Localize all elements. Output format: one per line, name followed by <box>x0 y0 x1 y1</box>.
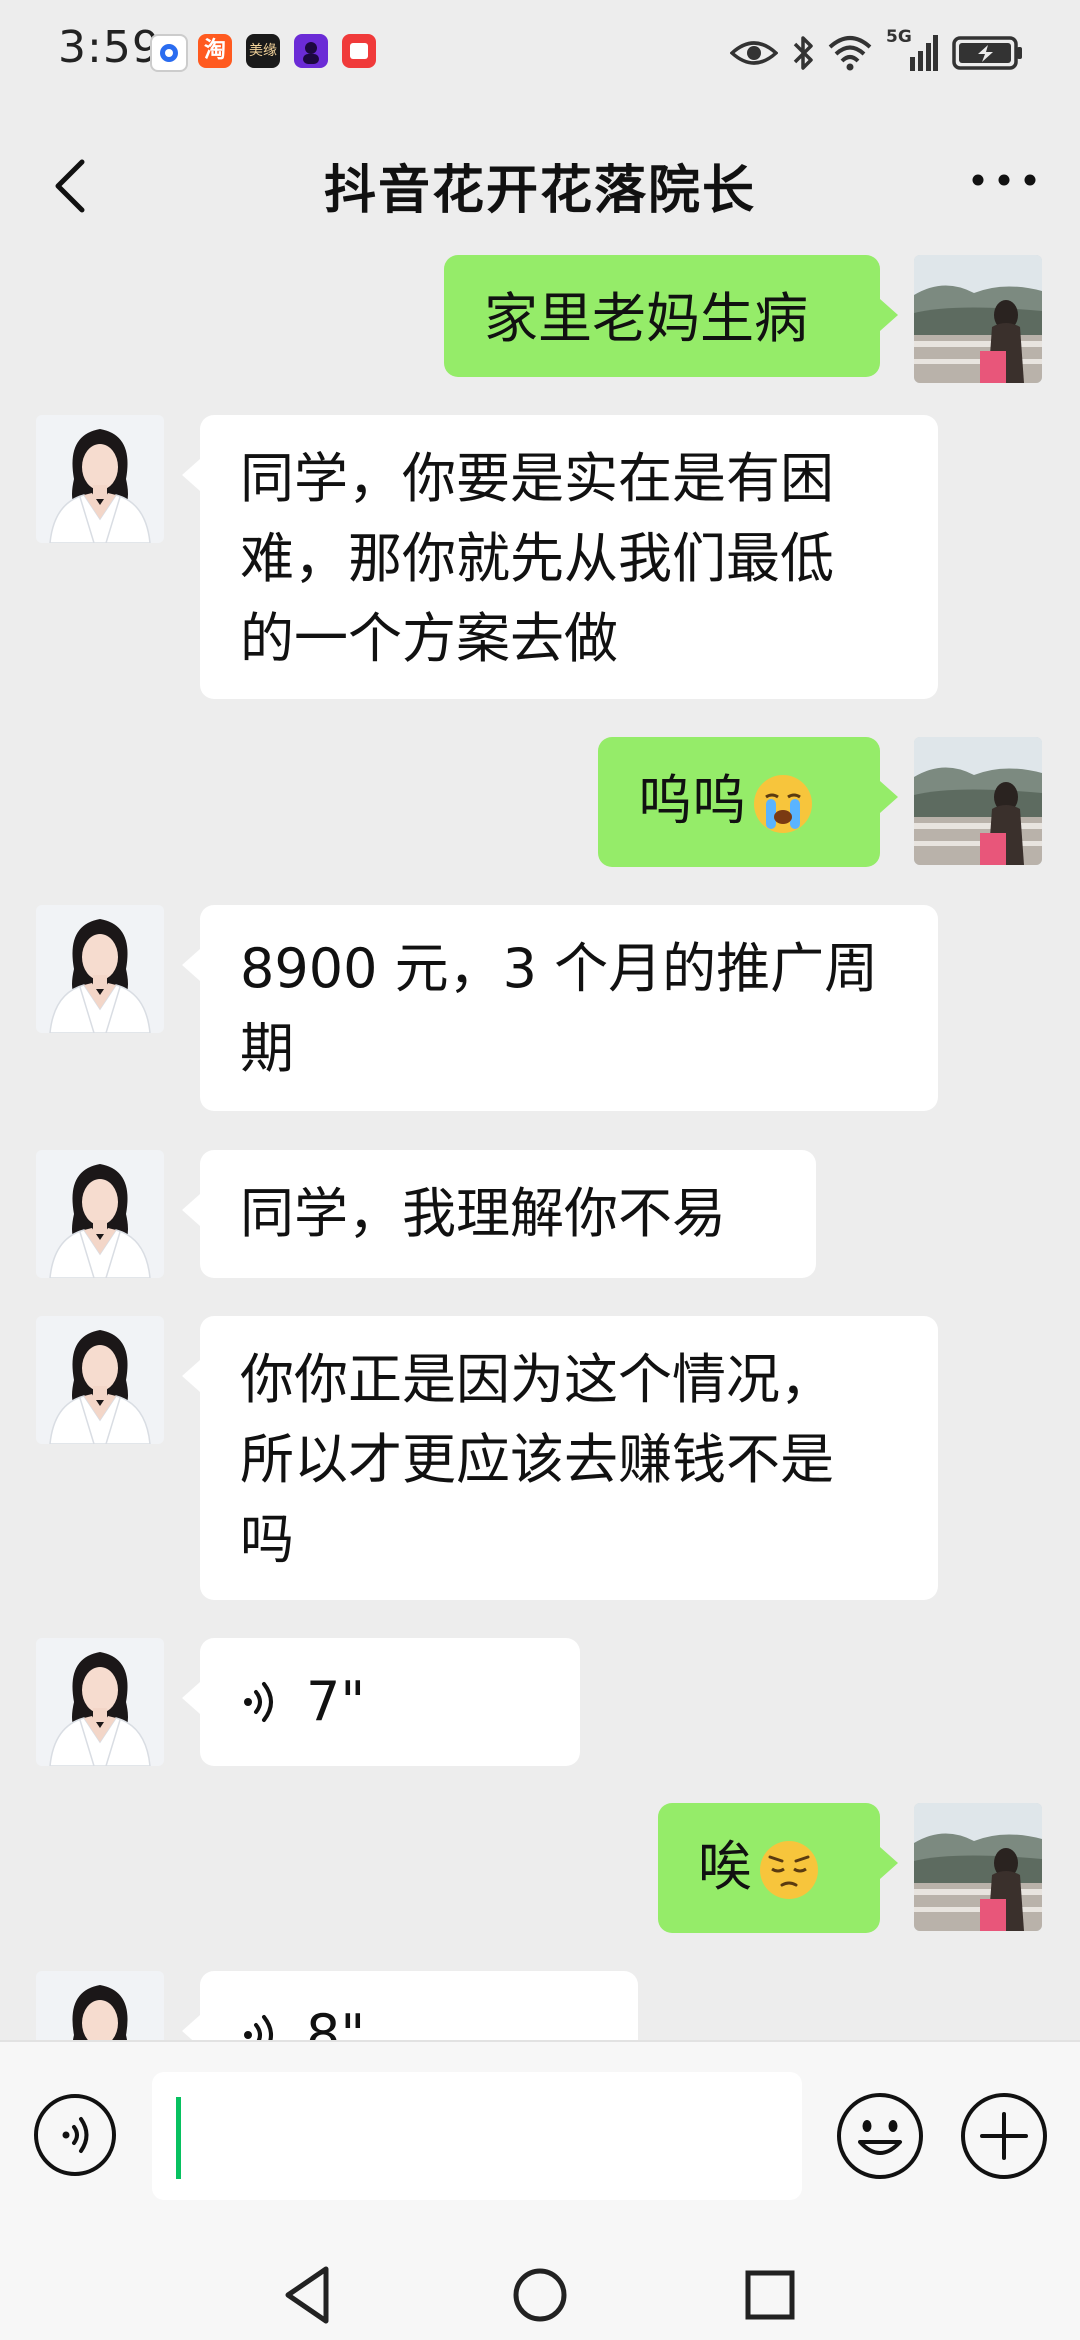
meiyuan-app-icon: 美缘 <box>246 34 280 68</box>
circle-home-icon <box>513 2268 567 2322</box>
message-text: 家里老妈生病 <box>484 287 808 350</box>
battery-charging-icon <box>952 36 1022 70</box>
nav-recents-button[interactable] <box>730 2255 810 2335</box>
message-line: 8900 元，3 个月的推广周 <box>240 937 879 1000</box>
loudly-crying-face-icon <box>754 775 812 834</box>
chat-header: 抖音花开花落院长 <box>0 110 1080 255</box>
voice-duration: 8" <box>306 2003 366 2040</box>
more-actions-button[interactable] <box>958 2090 1050 2182</box>
contact-avatar[interactable] <box>36 415 164 543</box>
cellular-signal-icon: 5G <box>886 27 938 75</box>
red-app-icon <box>342 34 376 68</box>
voice-duration: 7" <box>306 1670 366 1733</box>
baidu-app-icon <box>150 34 188 72</box>
message-text-input[interactable] <box>152 2072 802 2200</box>
emoji-button[interactable] <box>834 2090 926 2182</box>
eye-icon <box>730 41 778 65</box>
plus-circle-icon <box>961 2093 1047 2179</box>
nav-home-button[interactable] <box>500 2255 580 2335</box>
chat-title: 抖音花开花落院长 <box>323 161 756 221</box>
bluetooth-icon <box>793 36 813 70</box>
message-bubble[interactable]: 同学，我理解你不易 <box>182 1150 816 1278</box>
text-cursor <box>176 2097 181 2179</box>
voice-input-button[interactable] <box>32 2092 118 2178</box>
voice-message-bubble[interactable]: 7" <box>182 1638 580 1766</box>
message-line: 期 <box>240 1017 294 1080</box>
message-bubble[interactable]: 同学，你要是实在是有困 难，那你就先从我们最低 的一个方案去做 <box>182 415 938 699</box>
message-bubble[interactable]: 家里老妈生病 <box>444 255 898 377</box>
voice-message-bubble[interactable]: 8" <box>182 1971 638 2040</box>
voice-waves-icon <box>240 1680 280 1724</box>
self-avatar[interactable] <box>914 255 1042 383</box>
nav-back-button[interactable] <box>268 2255 348 2335</box>
wifi-icon <box>828 36 872 71</box>
chat-message-list[interactable]: 家里老妈生病 同学，你要是实在是有困 难，那你就先从我们最低 的一个方案去做 呜… <box>0 255 1080 2040</box>
message-line: 所以才更应该去赚钱不是 <box>240 1428 834 1491</box>
smiley-face-icon <box>837 2093 923 2179</box>
message-input-bar <box>0 2040 1080 2257</box>
message-bubble[interactable]: 唉 <box>658 1803 898 1933</box>
contact-avatar[interactable] <box>36 1971 164 2040</box>
purple-app-icon <box>294 34 328 68</box>
message-line: 的一个方案去做 <box>240 607 618 670</box>
contact-avatar[interactable] <box>36 905 164 1033</box>
taobao-app-icon: 淘 <box>198 34 232 68</box>
message-text: 同学，我理解你不易 <box>240 1182 726 1245</box>
message-bubble[interactable]: 你你正是因为这个情况， 所以才更应该去赚钱不是 吗 <box>182 1316 938 1600</box>
status-time: 3:59 <box>58 22 161 73</box>
triangle-back-icon <box>285 2266 329 2324</box>
self-avatar[interactable] <box>914 737 1042 865</box>
more-options-button[interactable] <box>964 150 1044 210</box>
message-line: 吗 <box>240 1508 294 1571</box>
pensive-face-icon <box>760 1841 818 1900</box>
more-dots-icon <box>972 174 1036 186</box>
voice-waves-icon <box>240 2013 280 2040</box>
contact-avatar[interactable] <box>36 1150 164 1278</box>
message-bubble[interactable]: 8900 元，3 个月的推广周 期 <box>182 905 938 1111</box>
contact-avatar[interactable] <box>36 1316 164 1444</box>
voice-mode-icon <box>34 2094 116 2176</box>
self-avatar[interactable] <box>914 1803 1042 1931</box>
message-text: 呜呜 <box>638 769 746 832</box>
system-navigation-bar <box>0 2255 1080 2340</box>
status-indicators: 5G <box>730 27 1024 78</box>
square-recents-icon <box>745 2270 795 2320</box>
message-text: 唉 <box>698 1835 752 1898</box>
message-line: 难，那你就先从我们最低 <box>240 527 834 590</box>
message-line: 同学，你要是实在是有困 <box>240 447 834 510</box>
message-bubble[interactable]: 呜呜 <box>598 737 898 867</box>
message-line: 你你正是因为这个情况， <box>240 1348 834 1411</box>
status-bar: 3:59 淘 美缘 5G <box>0 0 1080 110</box>
contact-avatar[interactable] <box>36 1638 164 1766</box>
